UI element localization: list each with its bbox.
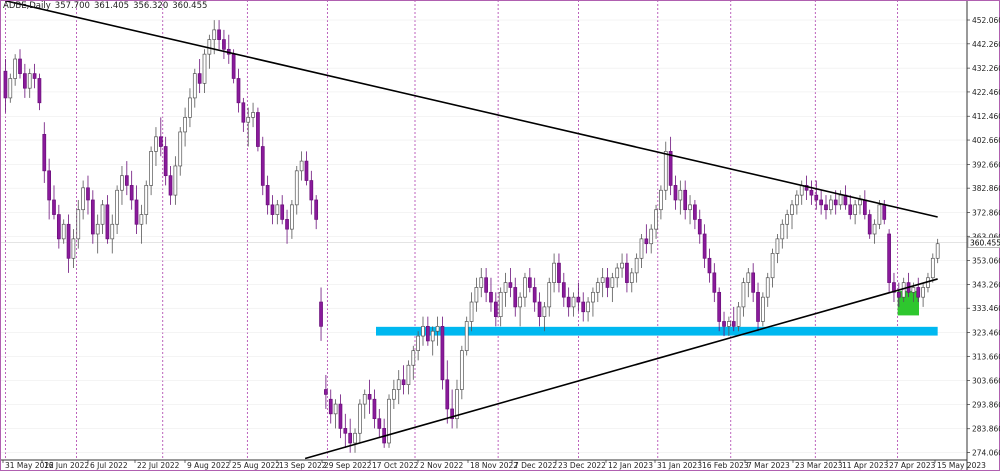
price-tick-label: 313.660 <box>972 352 1000 361</box>
price-tick-label: 382.860 <box>972 184 1000 193</box>
price-tick-label: 293.860 <box>972 400 1000 409</box>
time-axis: 31 May 202216 Jun 2022 6 Jul 2022 22 Jul 2… <box>2 460 986 470</box>
date-tick-label: 13 Sep 2022 <box>279 461 327 470</box>
date-tick-label: 12 Jan 2023 <box>608 461 653 470</box>
chart-area: 452.060 442.260 432.260 422.460 412.460 402.6… <box>0 0 1000 471</box>
date-tick-label: 22 Jul 2022 <box>137 461 180 470</box>
date-tick-label: 18 Nov 2022 <box>470 461 518 470</box>
date-tick-label: 16 Jun 2022 <box>44 461 89 470</box>
price-tick-label: 353.060 <box>972 257 1000 266</box>
price-tick-label: 274.060 <box>972 449 1000 458</box>
candle <box>256 107 260 152</box>
candle <box>464 316 469 356</box>
price-tick-label: 343.260 <box>972 280 1000 289</box>
candle <box>440 316 445 390</box>
price-tick-label: 372.860 <box>972 208 1000 217</box>
symbol-label: ADBE,Daily <box>3 1 51 11</box>
date-tick-label: 17 Oct 2022 <box>372 461 419 470</box>
price-tick-label: 442.260 <box>972 40 1000 49</box>
price-tick-label: 422.460 <box>972 88 1000 97</box>
date-tick-label: 11 Apr 2023 <box>842 461 889 470</box>
date-tick-label: 29 Sep 2022 <box>324 461 372 470</box>
price-tick-label: 432.260 <box>972 64 1000 73</box>
date-tick-label: 25 Aug 2022 <box>232 461 280 470</box>
date-tick-label: 9 Aug 2022 <box>187 461 230 470</box>
symbol-header: ADBE,Daily 357.700 361.405 356.320 360.4… <box>3 1 207 11</box>
ohlc-high: 361.405 <box>93 1 130 11</box>
price-tick-label: 323.460 <box>972 329 1000 338</box>
date-tick-label: 2 Nov 2022 <box>420 461 463 470</box>
date-tick-label: 27 Apr 2023 <box>889 461 936 470</box>
ohlc-open: 357.700 <box>54 1 90 11</box>
candle <box>761 292 765 327</box>
candle <box>887 229 891 293</box>
price-tick-label: 412.460 <box>972 112 1000 121</box>
ohlc-low: 356.320 <box>133 1 169 11</box>
date-tick-label: 6 Jul 2022 <box>90 461 128 470</box>
price-tick-label: 333.460 <box>972 304 1000 313</box>
date-tick-label: 16 Feb 2023 <box>702 461 749 470</box>
date-tick-label: 7 Dec 2022 <box>514 461 557 470</box>
date-tick-label: 23 Mar 2023 <box>795 461 843 470</box>
ohlc-close: 360.455 <box>172 1 208 11</box>
price-tick-label: 283.860 <box>972 425 1000 434</box>
date-tick-label: 31 Jan 2023 <box>657 461 702 470</box>
date-tick-label: 23 Dec 2022 <box>558 461 606 470</box>
price-tick-label: 452.060 <box>972 16 1000 25</box>
last-price-label: 360.455 <box>970 239 1000 248</box>
candlestick-chart: 452.060 442.260 432.260 422.460 412.460 402.6… <box>0 0 1000 471</box>
price-tick-label: 392.660 <box>972 160 1000 169</box>
price-tick-label: 402.660 <box>972 136 1000 145</box>
price-tick-label: 303.660 <box>972 377 1000 386</box>
candle <box>387 394 391 448</box>
date-tick-label: 15 May 2023 <box>937 461 986 470</box>
date-tick-label: 7 Mar 2023 <box>747 461 790 470</box>
support-zone <box>376 326 938 336</box>
